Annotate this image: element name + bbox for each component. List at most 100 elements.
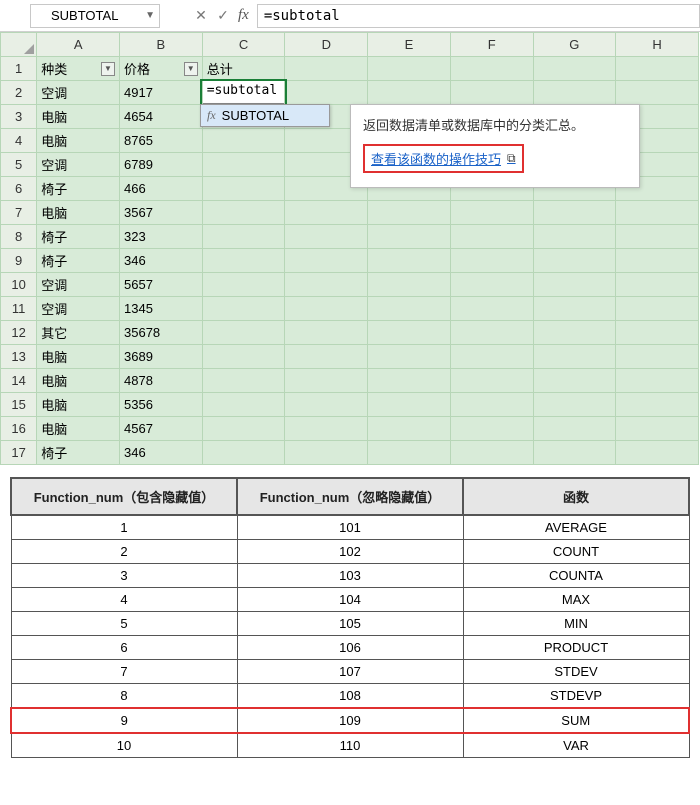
row-header[interactable]: 15 <box>1 393 37 417</box>
column-header[interactable]: D <box>285 33 368 57</box>
column-header[interactable]: H <box>616 33 699 57</box>
cell[interactable]: 8765 <box>120 129 203 153</box>
filter-dropdown-icon[interactable]: ▼ <box>101 62 115 76</box>
cell[interactable]: 35678 <box>120 321 203 345</box>
cell[interactable]: 椅子 <box>37 441 120 465</box>
row-header[interactable]: 8 <box>1 225 37 249</box>
cell[interactable] <box>450 417 533 441</box>
select-all-corner[interactable] <box>1 33 37 57</box>
cell[interactable]: 323 <box>120 225 203 249</box>
row-header[interactable]: 14 <box>1 369 37 393</box>
chevron-down-icon[interactable]: ▼ <box>145 10 155 21</box>
cell[interactable] <box>450 393 533 417</box>
cell[interactable]: 5657 <box>120 273 203 297</box>
cell[interactable] <box>368 345 451 369</box>
cell[interactable] <box>450 249 533 273</box>
row-header[interactable]: 4 <box>1 129 37 153</box>
cell[interactable] <box>533 225 616 249</box>
cell[interactable]: 椅子 <box>37 177 120 201</box>
cell[interactable]: 4567 <box>120 417 203 441</box>
cell[interactable]: 4917 <box>120 81 203 105</box>
cell[interactable] <box>450 369 533 393</box>
cell[interactable] <box>285 441 368 465</box>
row-header[interactable]: 6 <box>1 177 37 201</box>
cell[interactable]: 椅子 <box>37 225 120 249</box>
cell[interactable] <box>285 417 368 441</box>
cell[interactable] <box>368 201 451 225</box>
cell[interactable] <box>202 129 285 153</box>
cell[interactable] <box>450 225 533 249</box>
cell[interactable] <box>450 441 533 465</box>
cell[interactable] <box>533 369 616 393</box>
cell[interactable] <box>616 393 699 417</box>
row-header[interactable]: 3 <box>1 105 37 129</box>
cell[interactable] <box>533 249 616 273</box>
cell[interactable] <box>616 345 699 369</box>
cell[interactable] <box>533 297 616 321</box>
cell[interactable] <box>202 321 285 345</box>
cell[interactable] <box>450 273 533 297</box>
cell[interactable]: 电脑 <box>37 417 120 441</box>
cell[interactable] <box>533 57 616 81</box>
cell[interactable] <box>202 369 285 393</box>
cell[interactable] <box>368 297 451 321</box>
cell[interactable]: 电脑 <box>37 345 120 369</box>
cell[interactable] <box>616 321 699 345</box>
cell[interactable]: 其它 <box>37 321 120 345</box>
spreadsheet-grid[interactable]: ABCDEFGH 1种类▼价格▼总计2空调4917=subtotal3电脑465… <box>0 32 699 465</box>
cell[interactable] <box>368 393 451 417</box>
cell[interactable] <box>202 153 285 177</box>
cell[interactable] <box>285 249 368 273</box>
cell[interactable] <box>202 441 285 465</box>
cell[interactable] <box>368 57 451 81</box>
cell[interactable] <box>285 273 368 297</box>
cell[interactable]: 4878 <box>120 369 203 393</box>
cell[interactable] <box>616 369 699 393</box>
cancel-button[interactable]: ✕ <box>190 7 212 24</box>
cell[interactable] <box>285 297 368 321</box>
row-header[interactable]: 9 <box>1 249 37 273</box>
cell[interactable] <box>368 441 451 465</box>
row-header[interactable]: 5 <box>1 153 37 177</box>
row-header[interactable]: 12 <box>1 321 37 345</box>
cell[interactable] <box>533 441 616 465</box>
cell[interactable] <box>368 321 451 345</box>
cell[interactable] <box>450 81 533 105</box>
cell[interactable] <box>616 249 699 273</box>
autocomplete-item[interactable]: fx SUBTOTAL <box>201 105 329 126</box>
cell[interactable] <box>533 345 616 369</box>
row-header[interactable]: 17 <box>1 441 37 465</box>
cell[interactable]: 6789 <box>120 153 203 177</box>
column-header[interactable]: G <box>533 33 616 57</box>
cell[interactable] <box>450 297 533 321</box>
column-header[interactable]: C <box>202 33 285 57</box>
cell[interactable] <box>533 201 616 225</box>
cell[interactable] <box>450 57 533 81</box>
cell[interactable] <box>202 273 285 297</box>
cell[interactable]: 电脑 <box>37 105 120 129</box>
cell[interactable]: 346 <box>120 441 203 465</box>
cell[interactable] <box>202 225 285 249</box>
cell[interactable] <box>450 321 533 345</box>
cell[interactable]: =subtotal <box>202 81 285 105</box>
cell[interactable] <box>616 297 699 321</box>
column-header[interactable]: E <box>368 33 451 57</box>
cell[interactable] <box>285 321 368 345</box>
row-header[interactable]: 1 <box>1 57 37 81</box>
cell[interactable] <box>616 273 699 297</box>
cell[interactable] <box>368 417 451 441</box>
cell[interactable]: 电脑 <box>37 201 120 225</box>
cell[interactable]: 346 <box>120 249 203 273</box>
cell[interactable]: 种类▼ <box>37 57 120 81</box>
cell[interactable]: 3567 <box>120 201 203 225</box>
cell[interactable] <box>616 57 699 81</box>
cell[interactable] <box>533 393 616 417</box>
row-header[interactable]: 16 <box>1 417 37 441</box>
cell[interactable] <box>368 225 451 249</box>
cell[interactable] <box>616 225 699 249</box>
cell[interactable] <box>285 225 368 249</box>
cell[interactable]: 空调 <box>37 297 120 321</box>
cell[interactable]: 椅子 <box>37 249 120 273</box>
cell-editor[interactable]: =subtotal <box>202 81 285 105</box>
row-header[interactable]: 7 <box>1 201 37 225</box>
